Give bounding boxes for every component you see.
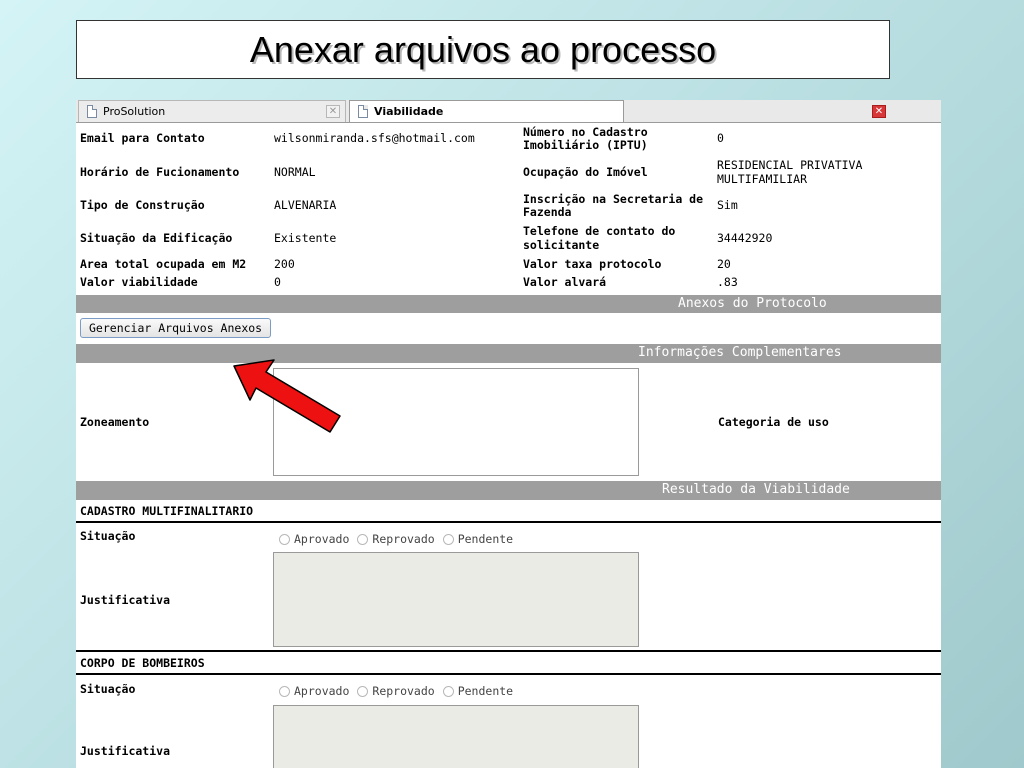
close-icon[interactable]: ✕ [326,105,340,118]
situacao-label: Situação [80,682,136,696]
field-value: 0 [717,131,724,145]
block-header: CADASTRO MULTIFINALITARIO [80,504,254,518]
radio-label: Aprovado [294,684,350,698]
arrow-shape [233,359,341,433]
tab-viabilidade[interactable]: Viabilidade ✕ [349,100,886,122]
browser-window: ProSolution ✕ Viabilidade ✕ Email para C… [76,100,941,768]
radio-circle [279,685,290,697]
field-label: Fazenda [523,205,572,219]
tab-prosolution[interactable]: ProSolution ✕ [78,100,346,122]
field-label: Número no Cadastro [523,125,648,139]
section-header-anexos: Anexos do Protocolo [76,295,941,313]
field-value: ALVENARIA [274,198,337,212]
radio-pendente[interactable]: Pendente [442,532,514,546]
justificativa-textarea[interactable] [273,552,639,647]
close-icon[interactable]: ✕ [872,105,886,118]
slide-title: Anexar arquivos ao processo [76,20,890,79]
divider [76,521,941,523]
red-arrow-annotation [233,359,341,433]
document-icon [87,105,97,118]
field-value: 34442920 [717,231,773,245]
field-value: NORMAL [274,165,316,179]
field-label: Imobiliário (IPTU) [523,138,648,152]
radio-label: Pendente [457,684,514,698]
field-value: .83 [717,275,738,289]
field-value: RESIDENCIAL PRIVATIVA [717,158,863,172]
justificativa-textarea[interactable] [273,705,639,768]
radio-label: Reprovado [372,532,435,546]
field-label: Email para Contato [80,131,205,145]
radio-circle [357,685,369,697]
field-label: Valor viabilidade [80,275,198,289]
field-value: 20 [717,257,731,271]
radio-pendente[interactable]: Pendente [442,684,514,698]
situacao-label: Situação [80,529,136,543]
document-icon [358,105,368,118]
section-header-info: Informações Complementares [76,344,941,363]
field-label: Situação da Edificação [80,231,233,245]
justificativa-label: Justificativa [80,593,171,607]
zoneamento-label: Zoneamento [80,415,150,429]
radio-reprovado[interactable]: Reprovado [357,532,435,546]
radio-circle [357,533,369,545]
field-label: Tipo de Construção [80,198,205,212]
block-header: CORPO DE BOMBEIROS [80,656,205,670]
field-label: Horário de Fucionamento [80,165,240,179]
section-title: Informações Complementares [638,345,842,360]
section-title: Resultado da Viabilidade [662,482,850,497]
section-title: Anexos do Protocolo [678,296,827,311]
email-value: wilsonmiranda.sfs@hotmail.com [274,131,475,145]
divider [76,650,941,652]
field-label: Inscrição na Secretaria de [523,192,704,206]
radio-aprovado[interactable]: Aprovado [279,532,349,546]
radio-reprovado[interactable]: Reprovado [357,684,435,698]
tab-bar: ProSolution ✕ Viabilidade ✕ [76,100,941,123]
field-label: Valor alvará [523,275,607,289]
field-label: Telefone de contato do [523,224,676,238]
tab-label: ProSolution [103,105,166,118]
situacao-radio-group: Aprovado Reprovado Pendente [279,532,521,546]
divider [76,673,941,675]
radio-circle [279,533,290,545]
categoria-label: Categoria de uso [718,415,829,429]
justificativa-label: Justificativa [80,744,171,758]
radio-circle [442,685,454,697]
manage-attachments-button[interactable]: Gerenciar Arquivos Anexos [80,318,272,338]
field-label: Area total ocupada em M2 [80,257,247,271]
tab-label: Viabilidade [374,105,444,118]
field-label: Valor taxa protocolo [523,257,662,271]
field-value: Existente [274,231,337,245]
radio-label: Reprovado [372,684,435,698]
field-value: Sim [717,198,738,212]
situacao-radio-group: Aprovado Reprovado Pendente [279,684,521,698]
field-value: 0 [274,275,281,289]
radio-label: Aprovado [294,532,350,546]
field-value: MULTIFAMILIAR [717,172,808,186]
section-header-resultado: Resultado da Viabilidade [76,481,941,500]
radio-label: Pendente [457,532,514,546]
radio-aprovado[interactable]: Aprovado [279,684,349,698]
field-value: 200 [274,257,295,271]
field-label: solicitante [523,238,600,252]
radio-circle [442,533,454,545]
field-label: Ocupação do Imóvel [523,165,648,179]
